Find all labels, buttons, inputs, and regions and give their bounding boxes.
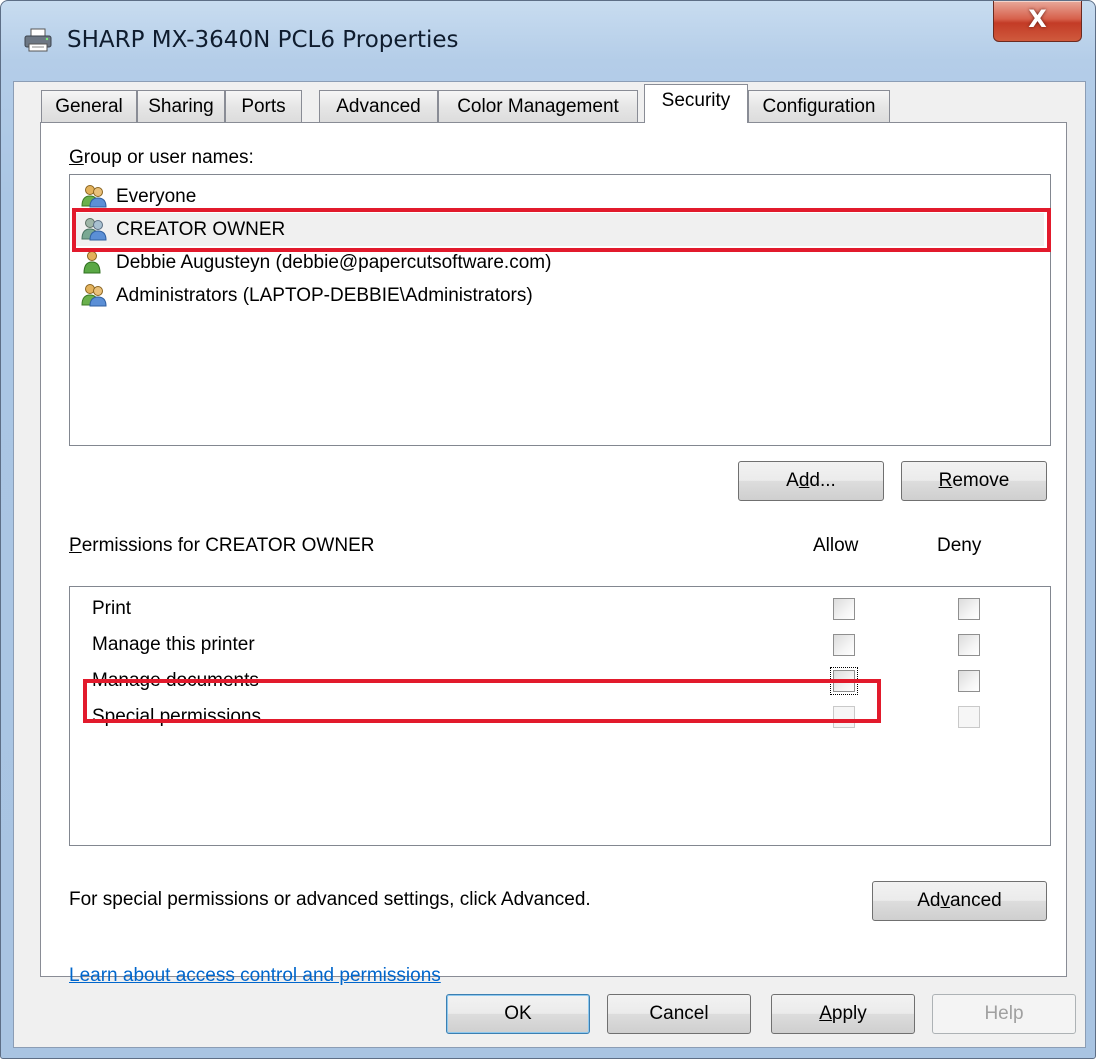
advanced-button[interactable]: Advanced [872,881,1047,921]
user-list-item-creator-owner[interactable]: CREATOR OWNER [76,213,1044,246]
user-name: CREATOR OWNER [116,219,286,240]
security-tab-panel: Group or user names: Everyone CREATOR OW… [40,122,1067,986]
allow-manage-printer-checkbox[interactable] [833,634,855,656]
advanced-hint-text: For special permissions or advanced sett… [69,889,591,910]
permission-print-label: Print [92,598,132,619]
tab-configuration[interactable]: Configuration [748,90,890,122]
title-bar[interactable]: SHARP MX-3640N PCL6 Properties X [1,1,1095,81]
group-users-icon [81,218,107,241]
tab-strip: General Sharing Ports Advanced Color Man… [41,82,1041,123]
permissions-for-label: Permissions for CREATOR OWNER [69,535,375,556]
help-button: Help [932,994,1076,1034]
tab-security[interactable]: Security [644,84,748,123]
tab-sharing[interactable]: Sharing [137,90,225,122]
remove-button[interactable]: Remove [901,461,1047,501]
cancel-button[interactable]: Cancel [607,994,751,1034]
user-list-item-administrators[interactable]: Administrators (LAPTOP-DEBBIE\Administra… [76,279,1044,312]
group-or-user-names-label: Group or user names: [69,147,254,168]
add-button[interactable]: Add... [738,461,884,501]
permissions-list: Print Manage this printer Manage documen… [69,586,1051,846]
permission-manage-printer-label: Manage this printer [92,634,255,655]
tab-advanced[interactable]: Advanced [319,90,438,122]
deny-column-header: Deny [937,535,982,556]
group-users-icon [81,284,107,307]
printer-icon [24,28,52,52]
allow-special-permissions-checkbox [833,706,855,728]
tab-ports[interactable]: Ports [225,90,302,122]
properties-window: SHARP MX-3640N PCL6 Properties X General… [0,0,1096,1059]
learn-access-control-link[interactable]: Learn about access control and permissio… [69,965,441,987]
deny-manage-documents-checkbox[interactable] [958,670,980,692]
allow-print-checkbox[interactable] [833,598,855,620]
group-user-listbox[interactable]: Everyone CREATOR OWNER Debbie Augusteyn … [69,174,1051,446]
close-button[interactable]: X [993,1,1082,42]
allow-manage-documents-checkbox[interactable] [830,667,858,695]
user-list-item-everyone[interactable]: Everyone [76,180,1044,213]
close-icon: X [1028,5,1047,33]
ok-button[interactable]: OK [446,994,590,1034]
tab-color-management[interactable]: Color Management [438,90,638,122]
deny-print-checkbox[interactable] [958,598,980,620]
dialog-client-area: General Sharing Ports Advanced Color Man… [13,81,1086,1048]
user-name: Everyone [116,186,197,207]
group-users-icon [81,185,107,208]
user-list-item-debbie[interactable]: Debbie Augusteyn (debbie@papercutsoftwar… [76,246,1044,279]
window-title: SHARP MX-3640N PCL6 Properties [67,27,459,53]
allow-column-header: Allow [813,535,859,556]
deny-special-permissions-checkbox [958,706,980,728]
user-name: Debbie Augusteyn (debbie@papercutsoftwar… [116,252,552,273]
permission-special-label: Special permissions [92,706,261,727]
apply-button[interactable]: Apply [771,994,915,1034]
user-name: Administrators (LAPTOP-DEBBIE\Administra… [116,285,533,306]
deny-manage-printer-checkbox[interactable] [958,634,980,656]
permission-manage-documents-label: Manage documents [92,670,259,691]
single-user-icon [83,251,101,274]
tab-general[interactable]: General [41,90,137,122]
